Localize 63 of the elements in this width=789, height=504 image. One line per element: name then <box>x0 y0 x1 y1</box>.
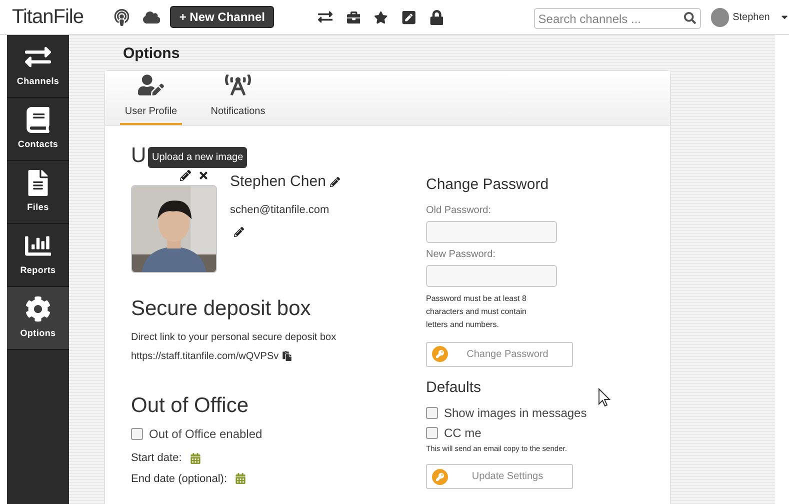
deposit-link[interactable]: https://staff.titanfile.com/wQVPSv <box>131 348 279 364</box>
lock-icon[interactable] <box>430 10 444 24</box>
clipboard-icon[interactable] <box>282 351 292 361</box>
sidebar-label: Options <box>20 326 56 340</box>
user-full-name: Stephen Chen <box>230 172 326 192</box>
calendar-icon[interactable] <box>190 452 201 464</box>
key-icon <box>432 346 448 362</box>
section-heading: U <box>131 144 146 167</box>
section-heading: Out of Office <box>131 392 250 418</box>
tab[interactable]: Notifications <box>207 71 269 125</box>
briefcase-icon[interactable] <box>346 10 360 24</box>
new-password-field[interactable] <box>426 264 557 286</box>
cursor-icon <box>598 388 611 407</box>
antenna-icon <box>225 72 251 98</box>
change-password-button[interactable]: Change Password <box>426 342 573 366</box>
edit-icon[interactable] <box>402 10 416 24</box>
field-label: Old Password: <box>426 204 492 218</box>
section-heading: Defaults <box>426 378 482 398</box>
key-icon <box>432 468 448 485</box>
pencil-icon[interactable] <box>234 227 244 237</box>
pencil-icon[interactable] <box>330 177 340 188</box>
new-channel-button[interactable]: + New Channel <box>170 6 274 28</box>
tooltip: Upload a new image <box>148 147 248 168</box>
star-icon[interactable] <box>374 10 388 24</box>
field-label: New Password: <box>426 248 496 262</box>
broadcast-icon[interactable] <box>114 8 130 26</box>
sidebar-item[interactable]: Options <box>7 287 69 350</box>
arrows-icon[interactable] <box>318 9 333 25</box>
sidebar-label: Channels <box>16 74 60 88</box>
field-label: End date (optional): <box>131 472 228 486</box>
user-name[interactable]: Stephen <box>732 10 770 24</box>
avatar[interactable] <box>711 8 729 26</box>
checkbox[interactable] <box>426 427 438 439</box>
tab[interactable]: User Profile <box>120 71 182 125</box>
user-pencil-icon <box>138 72 164 98</box>
section-heading: Secure deposit box <box>131 296 312 322</box>
checkbox-label: Out of Office enabled <box>149 426 262 443</box>
sidebar-label: Files <box>27 200 49 214</box>
deposit-description: Direct link to your personal secure deposit box <box>131 330 338 344</box>
section-heading: Change Password <box>426 175 550 195</box>
checkbox-row[interactable]: Out of Office enabled <box>131 425 426 443</box>
calendar-icon[interactable] <box>235 473 246 484</box>
checkbox-label: CC me <box>444 425 482 442</box>
book-icon <box>25 106 51 133</box>
page-title: Options <box>123 44 181 63</box>
search-field[interactable]: Search channels ... <box>534 8 702 29</box>
checkbox[interactable] <box>426 407 438 419</box>
gear-icon <box>25 296 51 322</box>
old-password-field[interactable] <box>426 220 557 242</box>
update-settings-button[interactable]: Update Settings <box>426 464 573 490</box>
password-hint: Password must be at least 8 characters and must contain letters and numbers. <box>426 292 528 330</box>
sidebar-label: Reports <box>20 264 56 277</box>
checkbox-label: Show images in messages <box>444 405 587 422</box>
checkbox[interactable] <box>131 428 143 440</box>
field-label: Start date: <box>131 451 182 466</box>
sidebar-label: Contacts <box>18 138 58 151</box>
email-text: schen@titanfile.com <box>230 202 330 218</box>
checkbox-row[interactable]: CC me <box>426 424 596 442</box>
checkbox-row[interactable]: Show images in messages <box>426 404 596 422</box>
pencil-icon[interactable] <box>180 170 191 181</box>
search-icon[interactable] <box>684 12 696 24</box>
close-icon[interactable] <box>198 170 209 181</box>
logo[interactable]: TitanFile <box>12 2 100 32</box>
